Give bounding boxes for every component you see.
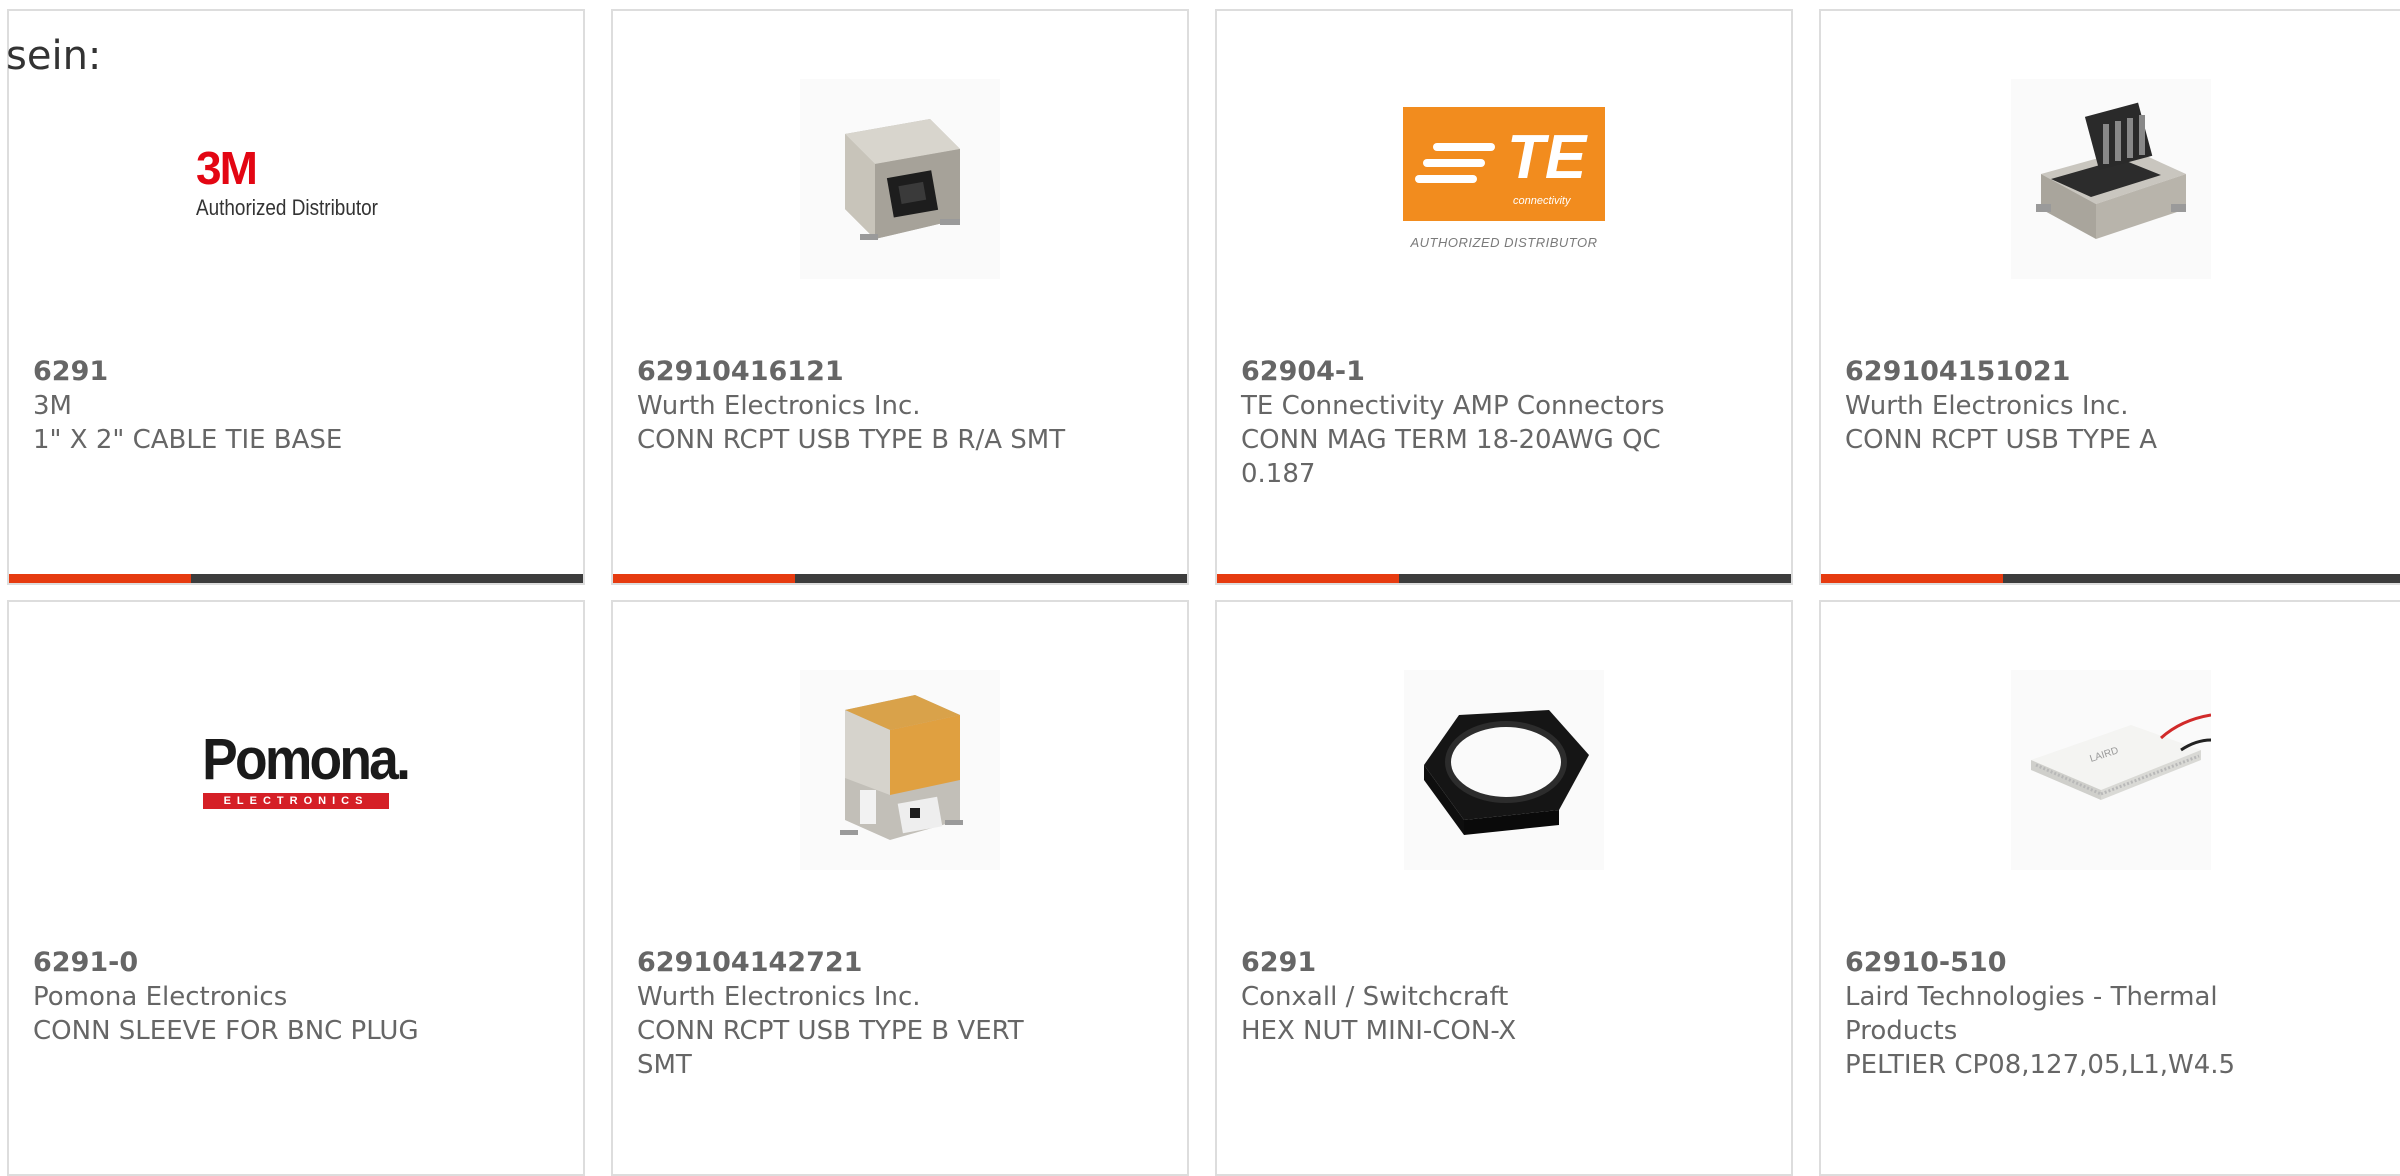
product-card[interactable]: 629104142721 Wurth Electronics Inc. CONN… (611, 600, 1189, 1176)
description: CONN SLEEVE FOR BNC PLUG (33, 1016, 419, 1046)
part-number[interactable]: 629104151021 (1845, 355, 2376, 389)
part-number[interactable]: 62910416121 (637, 355, 1163, 389)
product-image[interactable]: Pomona. ELECTRONICS (9, 667, 583, 872)
card-accent (1217, 574, 1399, 583)
card-bottom-bar (613, 574, 1187, 583)
te-connectivity-logo: TE connectivity AUTHORIZED DISTRIBUTOR (1403, 107, 1605, 250)
card-bottom-bar (9, 574, 583, 583)
3m-logo: 3M Authorized Distributor (196, 139, 396, 220)
intro-text: sein: (6, 33, 102, 79)
usb-a-receptacle-photo (2010, 78, 2211, 279)
card-accent (613, 574, 795, 583)
product-grid: 3M Authorized Distributor 6291 3M 1" X 2… (0, 0, 2400, 1176)
card-bottom-bar (1821, 574, 2400, 583)
product-image[interactable]: LAIRD (1821, 667, 2400, 872)
te-logo-sub: connectivity (1513, 195, 1571, 207)
card-bottom-bar (1217, 574, 1791, 583)
logo-caption: Authorized Distributor (196, 194, 378, 220)
manufacturer: Laird Technologies - Thermal Products (1845, 982, 2218, 1046)
part-number[interactable]: 62910-510 (1845, 946, 2376, 980)
product-image[interactable] (613, 667, 1187, 872)
te-logo-mark: TE (1507, 123, 1587, 192)
product-image[interactable] (1821, 76, 2400, 281)
description: HEX NUT MINI-CON-X (1241, 1016, 1517, 1046)
pomona-logo-mark: Pomona. (202, 726, 411, 792)
card-accent (1821, 574, 2003, 583)
product-card[interactable]: 62910416121 Wurth Electronics Inc. CONN … (611, 9, 1189, 585)
product-card[interactable]: Pomona. ELECTRONICS 6291-0 Pomona Electr… (7, 600, 585, 1176)
part-number[interactable]: 629104142721 (637, 946, 1163, 980)
product-card[interactable]: 629104151021 Wurth Electronics Inc. CONN… (1819, 9, 2400, 585)
manufacturer: 3M (33, 391, 72, 421)
usb-b-connector-photo (800, 78, 1000, 279)
logo-caption: ELECTRONICS (203, 792, 389, 809)
product-card[interactable]: TE connectivity AUTHORIZED DISTRIBUTOR 6… (1215, 9, 1793, 585)
manufacturer: Conxall / Switchcraft (1241, 982, 1509, 1012)
description: PELTIER CP08,127,05,L1,W4.5 (1845, 1050, 2236, 1080)
product-image[interactable] (613, 76, 1187, 281)
logo-caption: AUTHORIZED DISTRIBUTOR (1410, 235, 1598, 250)
product-card[interactable]: 6291 Conxall / Switchcraft HEX NUT MINI-… (1215, 600, 1793, 1176)
product-image[interactable]: 3M Authorized Distributor (9, 76, 583, 281)
pomona-logo: Pomona. ELECTRONICS (194, 726, 411, 809)
part-number[interactable]: 6291 (1241, 946, 1767, 980)
manufacturer: TE Connectivity AMP Connectors (1241, 391, 1665, 421)
manufacturer: Pomona Electronics (33, 982, 288, 1012)
description: 1" X 2" CABLE TIE BASE (33, 425, 343, 455)
manufacturer: Wurth Electronics Inc. (1845, 391, 2129, 421)
usb-b-vertical-connector-photo (800, 669, 1000, 870)
product-image[interactable]: TE connectivity AUTHORIZED DISTRIBUTOR (1217, 76, 1791, 281)
description: CONN RCPT USB TYPE B VERT SMT (637, 1016, 1024, 1080)
part-number[interactable]: 6291 (33, 355, 559, 389)
manufacturer: Wurth Electronics Inc. (637, 982, 921, 1012)
part-number[interactable]: 6291-0 (33, 946, 559, 980)
description: CONN MAG TERM 18-20AWG QC 0.187 (1241, 425, 1661, 489)
card-accent (9, 574, 191, 583)
hex-nut-photo (1404, 669, 1604, 870)
peltier-module-photo: LAIRD (2010, 669, 2211, 870)
product-card[interactable]: LAIRD 62910-510 Laird Technologies - The… (1819, 600, 2400, 1176)
part-number[interactable]: 62904-1 (1241, 355, 1767, 389)
description: CONN RCPT USB TYPE B R/A SMT (637, 425, 1066, 455)
product-image[interactable] (1217, 667, 1791, 872)
3m-logo-mark: 3M (196, 141, 258, 194)
description: CONN RCPT USB TYPE A (1845, 425, 2158, 455)
manufacturer: Wurth Electronics Inc. (637, 391, 921, 421)
product-card[interactable]: 3M Authorized Distributor 6291 3M 1" X 2… (7, 9, 585, 585)
